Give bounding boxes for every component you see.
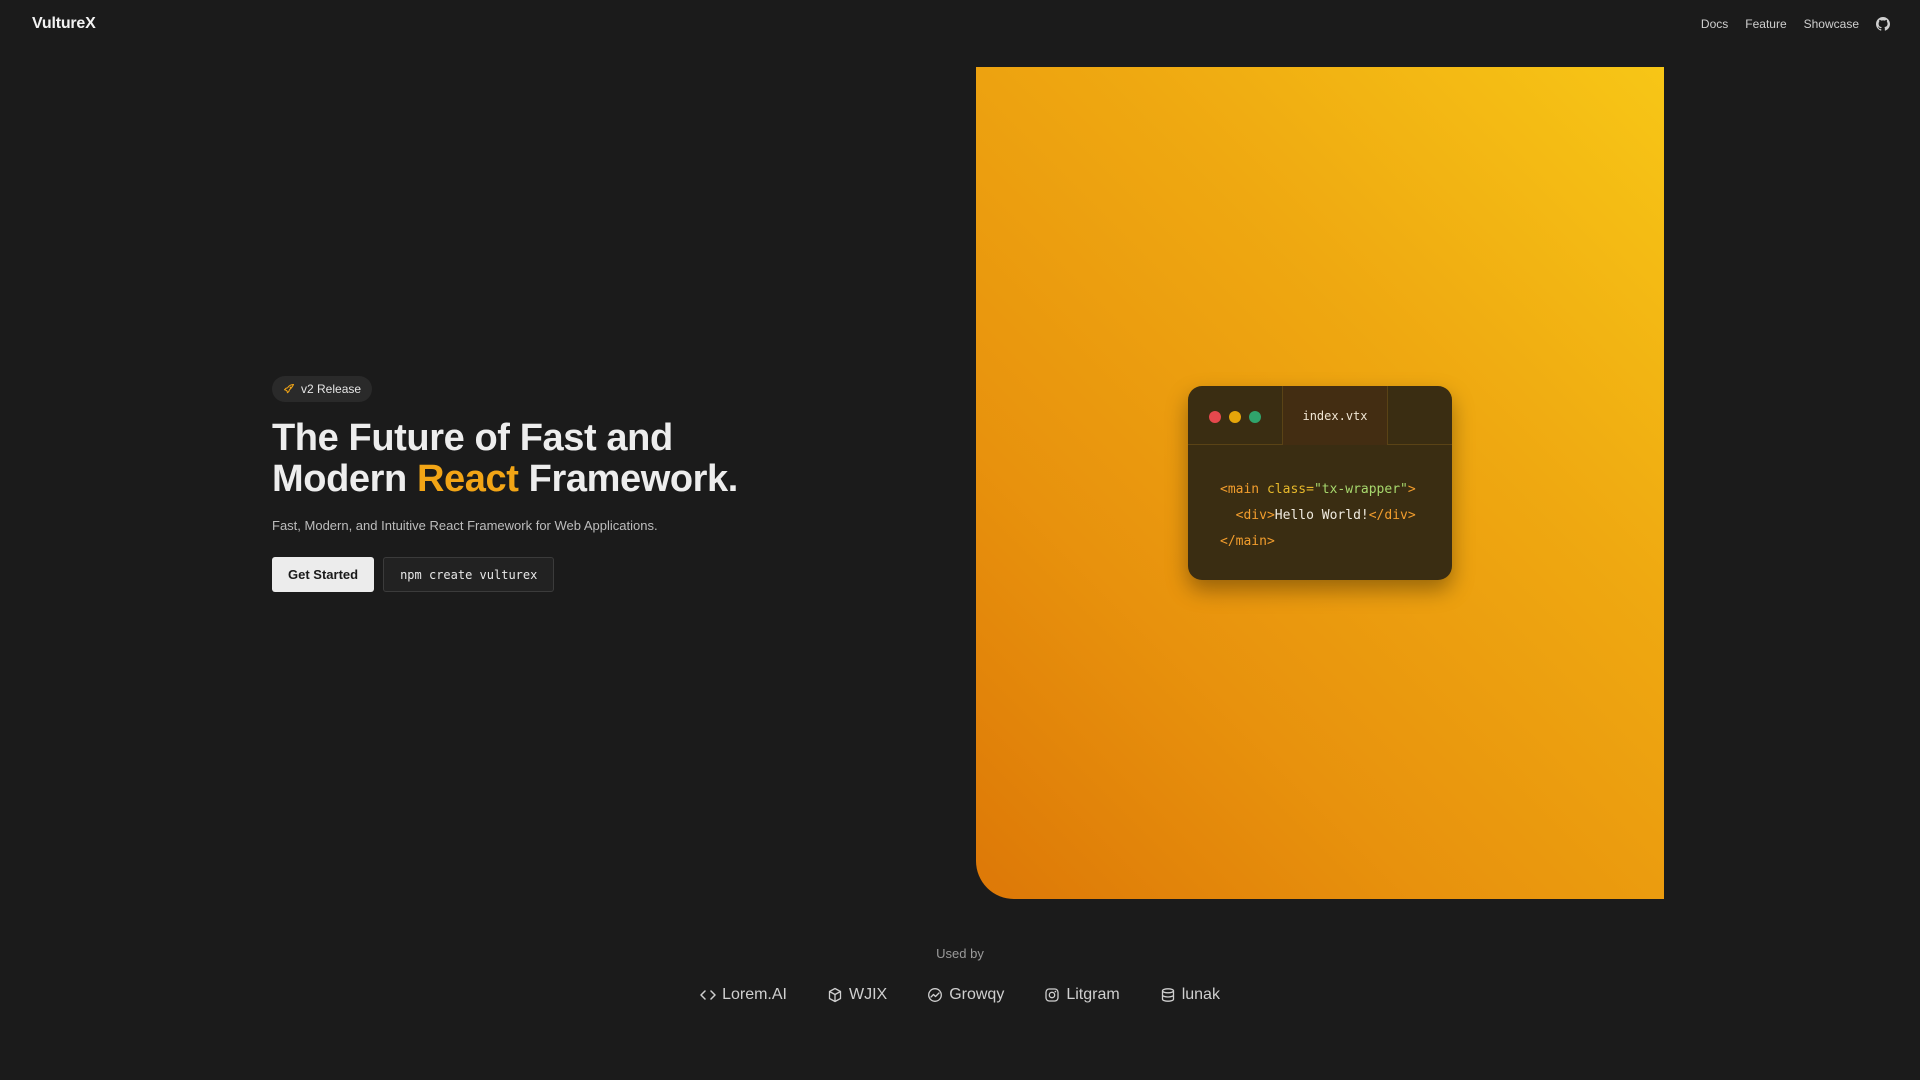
window-controls [1209,411,1261,423]
hero-gradient-panel: index.vtx <main class="tx-wrapper"> <div… [976,67,1664,899]
box-icon [828,987,842,1003]
cta-row: Get Started npm create vulturex [272,557,832,592]
code-token: </div> [1368,508,1416,523]
nav-docs[interactable]: Docs [1701,17,1728,31]
company-name: Litgram [1066,986,1120,1003]
instagram-icon [1045,988,1059,1002]
close-dot-icon[interactable] [1209,411,1221,423]
github-icon[interactable] [1876,17,1890,31]
used-by-logos: Lorem.AI WJIX Growqy Litgram lunak [0,986,1920,1004]
headline-line1: The Future of Fast and [272,417,673,459]
company-name: Lorem.AI [722,986,787,1003]
headline-line2: Modern [272,458,417,500]
code-brackets-icon [700,990,716,1000]
company-litgram[interactable]: Litgram [1044,986,1120,1004]
code-window-header: index.vtx [1188,386,1452,445]
code-token: "tx-wrapper" [1313,482,1408,497]
code-window: index.vtx <main class="tx-wrapper"> <div… [1188,386,1452,580]
code-token: </main> [1220,534,1275,549]
company-name: WJIX [848,986,888,1003]
top-nav: Docs Feature Showcase [1701,17,1890,31]
minimize-dot-icon[interactable] [1229,411,1241,423]
npm-command-button[interactable]: npm create vulturex [383,557,555,592]
brand-logo[interactable]: VultureX [32,15,96,33]
company-name: lunak [1181,986,1220,1003]
nav-feature[interactable]: Feature [1745,17,1786,31]
maximize-dot-icon[interactable] [1249,411,1261,423]
file-tab[interactable]: index.vtx [1282,386,1388,445]
code-line: </main> [1220,529,1452,555]
hero-subline: Fast, Modern, and Intuitive React Framew… [272,518,658,533]
top-bar: VultureX Docs Feature Showcase [0,0,1920,52]
database-icon [1161,988,1174,1002]
headline-accent: React [416,458,519,500]
code-token: > [1407,482,1416,497]
release-badge[interactable]: v2 Release [272,376,373,402]
company-name: Growqy [949,986,1005,1003]
code-line: <div>Hello World!</div> [1220,503,1452,529]
code-token: Hello World! [1274,508,1369,523]
used-by-title: Used by [936,946,984,961]
code-line: <main class="tx-wrapper"> [1220,477,1452,503]
trend-circle-icon [928,988,943,1002]
hero-headline: The Future of Fast and Modern React Fram… [272,418,832,500]
code-token: <main [1220,482,1267,497]
code-token: <div> [1235,508,1275,523]
hero-section: v2 Release The Future of Fast and Modern… [272,376,832,592]
rocket-icon [283,383,295,394]
nav-showcase[interactable]: Showcase [1804,17,1859,31]
company-lunak[interactable]: lunak [1160,986,1220,1004]
headline-line2-end: Framework. [518,458,739,500]
code-token: class= [1266,482,1314,497]
company-wjix[interactable]: WJIX [827,986,887,1004]
company-growqy[interactable]: Growqy [927,986,1004,1004]
get-started-button[interactable]: Get Started [272,557,375,592]
company-lorem-ai[interactable]: Lorem.AI [700,986,787,1004]
code-body: <main class="tx-wrapper"> <div>Hello Wor… [1188,445,1452,555]
badge-label: v2 Release [301,382,362,396]
